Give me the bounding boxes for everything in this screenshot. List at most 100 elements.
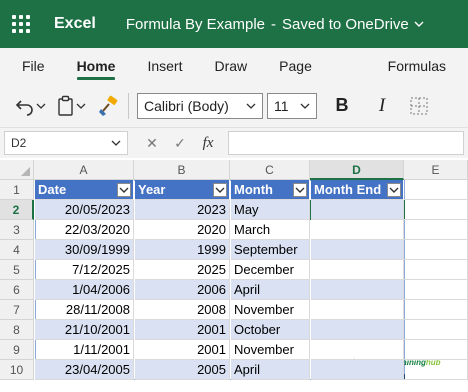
table-cell[interactable]: 2001 (135, 320, 230, 340)
table-cell[interactable]: 2023 (135, 200, 230, 220)
row-header-7[interactable]: 7 (0, 300, 34, 320)
tab-file[interactable]: File (12, 48, 55, 84)
grid-cell[interactable] (404, 320, 468, 340)
row-header-2[interactable]: 2 (0, 200, 34, 220)
table-cell[interactable] (311, 220, 404, 240)
chevron-down-icon (300, 103, 310, 109)
table-cell[interactable] (311, 200, 404, 220)
enter-icon[interactable]: ✓ (166, 135, 194, 152)
table-cell[interactable] (311, 300, 404, 320)
grid-cell[interactable] (404, 180, 468, 200)
table-cell[interactable]: 1999 (135, 240, 230, 260)
italic-button[interactable]: I (367, 95, 397, 117)
table-cell[interactable]: 2001 (135, 340, 230, 360)
row-header-4[interactable]: 4 (0, 240, 34, 260)
formula-input[interactable] (228, 131, 464, 155)
column-header-b[interactable]: B (134, 160, 230, 180)
table-cell[interactable] (311, 340, 404, 360)
chevron-down-icon[interactable] (76, 101, 86, 111)
grid-cell[interactable] (404, 280, 468, 300)
tab-home[interactable]: Home (67, 48, 126, 84)
table-header-cell[interactable]: Year (135, 180, 230, 200)
tab-page-layout[interactable]: Page Layout (269, 48, 365, 110)
format-painter-button[interactable] (98, 91, 120, 121)
font-name-dropdown[interactable]: Calibri (Body) (137, 92, 263, 119)
row-header-9[interactable]: 9 (0, 340, 34, 360)
table-cell[interactable]: 1/11/2001 (35, 340, 134, 360)
font-size-dropdown[interactable]: 11 (267, 92, 317, 119)
table-cell[interactable]: 1/04/2006 (35, 280, 134, 300)
bold-button[interactable]: B (327, 95, 357, 116)
row-header-10[interactable]: 10 (0, 360, 34, 380)
grid-cell[interactable] (404, 360, 468, 380)
table-cell[interactable]: 20/05/2023 (35, 200, 134, 220)
tab-insert[interactable]: Insert (137, 48, 192, 84)
filter-dropdown-icon[interactable] (387, 183, 401, 197)
grid-cell[interactable] (404, 260, 468, 280)
paste-button[interactable] (56, 91, 86, 121)
row-header-1[interactable]: 1 (0, 180, 34, 200)
table-cell[interactable] (311, 280, 404, 300)
table-cell[interactable] (311, 260, 404, 280)
filter-dropdown-icon[interactable] (213, 183, 227, 197)
format-painter-icon (99, 95, 118, 116)
grid-cell[interactable] (404, 300, 468, 320)
filter-dropdown-icon[interactable] (293, 183, 307, 197)
table-cell[interactable]: October (231, 320, 310, 340)
grid-cell[interactable] (404, 200, 468, 220)
table-cell[interactable]: 2020 (135, 220, 230, 240)
column-header-a[interactable]: A (34, 160, 134, 180)
table-cell[interactable]: November (231, 300, 310, 320)
borders-button[interactable] (409, 91, 429, 121)
document-title[interactable]: Formula By Example (126, 16, 265, 33)
table-cell[interactable]: November (231, 340, 310, 360)
table-cell[interactable]: 2025 (135, 260, 230, 280)
row-header-6[interactable]: 6 (0, 280, 34, 300)
name-box[interactable]: D2 (4, 131, 128, 155)
chevron-down-icon[interactable] (414, 19, 424, 29)
table-cell[interactable] (311, 240, 404, 260)
table-cell[interactable]: 2006 (135, 280, 230, 300)
table-cell[interactable]: 23/04/2005 (35, 360, 134, 380)
filter-dropdown-icon[interactable] (117, 183, 131, 197)
table-cell[interactable]: 2005 (135, 360, 230, 380)
table-cell[interactable]: April (231, 280, 310, 300)
row-header-5[interactable]: 5 (0, 260, 34, 280)
row-header-3[interactable]: 3 (0, 220, 34, 240)
chevron-down-icon[interactable] (111, 138, 121, 148)
tab-formulas[interactable]: Formulas (378, 48, 456, 84)
app-launcher-icon[interactable] (12, 14, 32, 34)
tab-draw[interactable]: Draw (204, 48, 257, 84)
table-cell[interactable]: 21/10/2001 (35, 320, 134, 340)
table-cell[interactable]: 22/03/2020 (35, 220, 134, 240)
table-cell[interactable]: 7/12/2025 (35, 260, 134, 280)
column-header-e[interactable]: E (404, 160, 468, 180)
table-header-cell[interactable]: Month End (311, 180, 404, 200)
column-header-c[interactable]: C (230, 160, 310, 180)
table-cell[interactable]: 2008 (135, 300, 230, 320)
table-cell[interactable]: 28/11/2008 (35, 300, 134, 320)
table-cell[interactable]: September (231, 240, 310, 260)
column-header-d[interactable]: D (310, 160, 404, 180)
table-header-cell[interactable]: Month (231, 180, 310, 200)
chevron-down-icon[interactable] (36, 101, 46, 111)
table-cell[interactable]: April (231, 360, 310, 380)
table-cell[interactable]: March (231, 220, 310, 240)
table-cell[interactable] (311, 360, 404, 380)
table-cell[interactable]: December (231, 260, 310, 280)
spreadsheet-grid[interactable]: myOnlineTraininghub ABCDE12345678910Date… (0, 160, 468, 392)
save-status[interactable]: Saved to OneDrive (282, 16, 409, 33)
table-cell[interactable] (311, 320, 404, 340)
app-name[interactable]: Excel (54, 15, 96, 33)
grid-cell[interactable] (404, 220, 468, 240)
insert-function-icon[interactable]: fx (194, 135, 222, 152)
table-header-cell[interactable]: Date (35, 180, 134, 200)
undo-button[interactable] (14, 91, 46, 121)
row-header-8[interactable]: 8 (0, 320, 34, 340)
grid-cell[interactable] (404, 240, 468, 260)
select-all-corner[interactable] (0, 160, 34, 180)
table-cell[interactable]: May (231, 200, 310, 220)
table-cell[interactable]: 30/09/1999 (35, 240, 134, 260)
cancel-icon[interactable]: ✕ (138, 135, 166, 152)
grid-cell[interactable] (404, 340, 468, 360)
